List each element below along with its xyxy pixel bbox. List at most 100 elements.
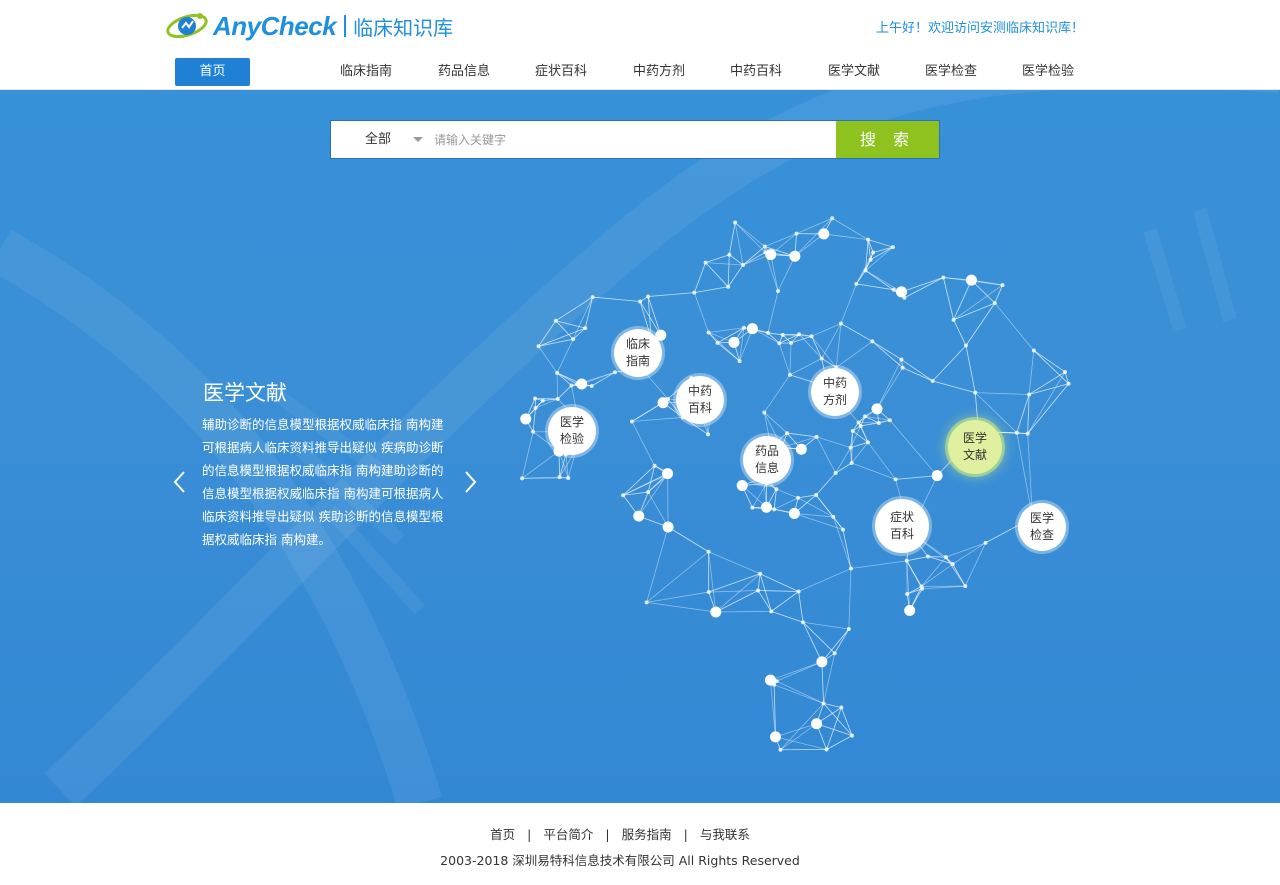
network-line [705,254,730,264]
network-dot [644,600,649,605]
network-dot [762,244,767,249]
footer-link-contact[interactable]: 与我联系 [700,827,750,842]
network-dot [846,627,851,632]
network-line [667,526,709,553]
network-line [786,432,817,438]
nav-item-medical-test[interactable]: 医学检验 [1012,58,1084,86]
nav-item-clinical-guide[interactable]: 临床指南 [330,58,402,86]
network-dot [733,220,738,225]
network-line [778,343,791,376]
network-line [775,723,817,738]
network-dot [555,370,560,375]
brain-node-tcm-prescription[interactable]: 中药 方剂 [811,368,859,416]
node-label-1: 药品 [754,444,779,458]
node-label-1: 临床 [625,337,650,351]
brain-node-symptom-wiki[interactable]: 症状 百科 [875,499,929,553]
network-line [798,334,823,359]
network-dot [774,679,779,684]
network-dot [737,359,742,364]
network-dot [854,281,859,286]
network-line [815,472,836,496]
brain-node-medical-test[interactable]: 医学 检验 [548,407,596,455]
network-dot [726,284,731,289]
network-dot [576,378,588,390]
network-dot [780,332,785,337]
network-dot [926,554,931,559]
network-line [834,628,850,654]
nav-item-tcm-prescription[interactable]: 中药方剂 [623,58,695,86]
network-dot [728,336,740,348]
network-line [1016,394,1030,433]
network-dot [816,656,828,668]
network-dot [1031,348,1036,353]
logo-check: Check [260,10,337,41]
network-dot [794,231,799,236]
network-dot [789,250,801,262]
network-dot [850,733,855,738]
network-line [559,454,567,478]
prev-slide-icon[interactable] [170,468,190,496]
network-dot [520,476,525,481]
network-line [798,591,804,623]
network-dot [520,413,532,425]
footer-link-guide[interactable]: 服务指南 [622,827,672,842]
network-dot [821,701,826,706]
network-dot [943,555,948,560]
network-line [742,246,766,266]
network-line [802,621,849,630]
nav-item-medical-exam[interactable]: 医学检查 [915,58,987,86]
network-dot [839,705,844,710]
network-line [572,327,586,340]
network-dot [533,396,538,401]
search-button[interactable]: 搜 索 [836,121,939,158]
network-line [876,359,902,410]
search-input[interactable] [426,121,836,158]
network-line [647,465,655,493]
copyright-text: 2003-2018 深圳易特科信息技术有限公司 All Rights Reser… [440,853,800,868]
nav-item-medical-literature[interactable]: 医学文献 [818,58,890,86]
network-line [848,568,852,630]
network-line [821,358,837,368]
search-scope-select[interactable]: 全部 [331,121,426,158]
network-dot [856,420,861,425]
next-slide-icon[interactable] [460,468,480,496]
network-line [708,590,759,593]
network-line [835,462,852,474]
chevron-down-icon [413,137,423,142]
nav-item-tcm-wiki[interactable]: 中药百科 [720,58,792,86]
network-dot [774,487,779,492]
network-dot [763,250,768,255]
network-dot [533,405,538,410]
network-dot [557,475,562,480]
footer-link-about[interactable]: 平台简介 [543,827,593,842]
network-line [771,610,804,623]
brain-node-medical-exam[interactable]: 医学 检查 [1018,503,1066,551]
network-dot [963,343,968,348]
network-dot [746,323,758,335]
network-line [694,286,729,294]
footer-separator: | [527,827,532,842]
footer-link-home[interactable]: 首页 [490,827,515,842]
network-dot [785,431,790,436]
network-dot [536,344,541,349]
network-dot [833,470,838,475]
network-dot [905,591,910,596]
brain-node-tcm-wiki[interactable]: 中药 百科 [676,376,724,424]
brain-node-drug-info[interactable]: 药品 信息 [743,436,791,484]
network-line [965,345,976,393]
node-label-2: 检查 [1029,528,1054,542]
network-line [742,252,766,266]
network-line [646,591,709,603]
brain-node-clinical-guide[interactable]: 临床 指南 [614,329,662,377]
nav-item-symptom-wiki[interactable]: 症状百科 [525,58,597,86]
network-line [876,367,904,410]
logo[interactable]: AnyCheck 临床知识库 [165,8,453,44]
network-line [693,262,706,293]
network-line [648,292,695,297]
nav-item-home[interactable]: 首页 [175,58,250,86]
network-dot [848,445,853,450]
brain-node-medical-literature[interactable]: 医学 文献 [948,420,1002,474]
nav-item-drug-info[interactable]: 药品信息 [428,58,500,86]
network-line [538,338,574,347]
network-line [764,233,797,247]
